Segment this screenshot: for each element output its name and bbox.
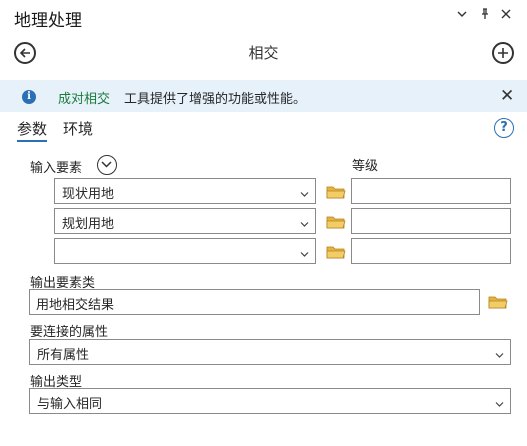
output-type-value: 与输入相同 — [37, 397, 103, 412]
tab-environments[interactable]: 环境 — [63, 118, 93, 139]
join-attributes-select[interactable]: 所有属性 — [29, 339, 511, 365]
pane-title: 地理处理 — [14, 11, 82, 31]
join-attributes-value: 所有属性 — [37, 348, 90, 363]
folder-icon[interactable] — [326, 184, 346, 200]
info-icon: i — [22, 90, 36, 104]
folder-icon[interactable] — [488, 294, 508, 310]
close-icon[interactable] — [501, 8, 511, 22]
tab-parameters[interactable]: 参数 — [17, 118, 48, 142]
chevron-down-icon[interactable] — [457, 8, 467, 22]
input-features-value: 规划用地 — [62, 217, 115, 232]
pin-icon[interactable] — [480, 8, 490, 23]
output-feature-class-value: 用地相交结果 — [36, 298, 115, 313]
close-icon[interactable]: ✕ — [500, 86, 514, 106]
input-features-select[interactable] — [54, 238, 316, 264]
chevron-down-icon — [300, 247, 309, 262]
rank-input[interactable] — [351, 208, 511, 234]
folder-icon[interactable] — [326, 244, 346, 260]
chevron-down-icon — [300, 217, 309, 232]
expand-collapse-icon[interactable] — [97, 155, 117, 175]
join-attributes-label: 要连接的属性 — [30, 325, 109, 340]
chevron-down-icon — [495, 348, 504, 363]
output-feature-class-input[interactable]: 用地相交结果 — [29, 289, 480, 315]
rank-input[interactable] — [351, 238, 511, 264]
info-banner: i 成对相交 工具提供了增强的功能或性能。 ✕ — [0, 80, 527, 112]
input-features-select[interactable]: 规划用地 — [54, 208, 316, 234]
chevron-down-icon — [300, 187, 309, 202]
rank-input[interactable] — [351, 178, 511, 204]
tool-title: 相交 — [248, 44, 279, 62]
chevron-down-icon — [495, 397, 504, 412]
input-features-select[interactable]: 现状用地 — [54, 178, 316, 204]
input-features-value: 现状用地 — [62, 187, 115, 202]
folder-icon[interactable] — [326, 214, 346, 230]
input-features-label: 输入要素 — [30, 161, 83, 176]
pairwise-intersect-link[interactable]: 成对相交 — [58, 88, 110, 107]
rank-label: 等级 — [352, 159, 379, 174]
help-icon[interactable]: ? — [494, 118, 514, 138]
output-type-select[interactable]: 与输入相同 — [29, 388, 511, 414]
info-message: 工具提供了增强的功能或性能。 — [124, 92, 307, 107]
add-icon[interactable] — [492, 42, 514, 64]
